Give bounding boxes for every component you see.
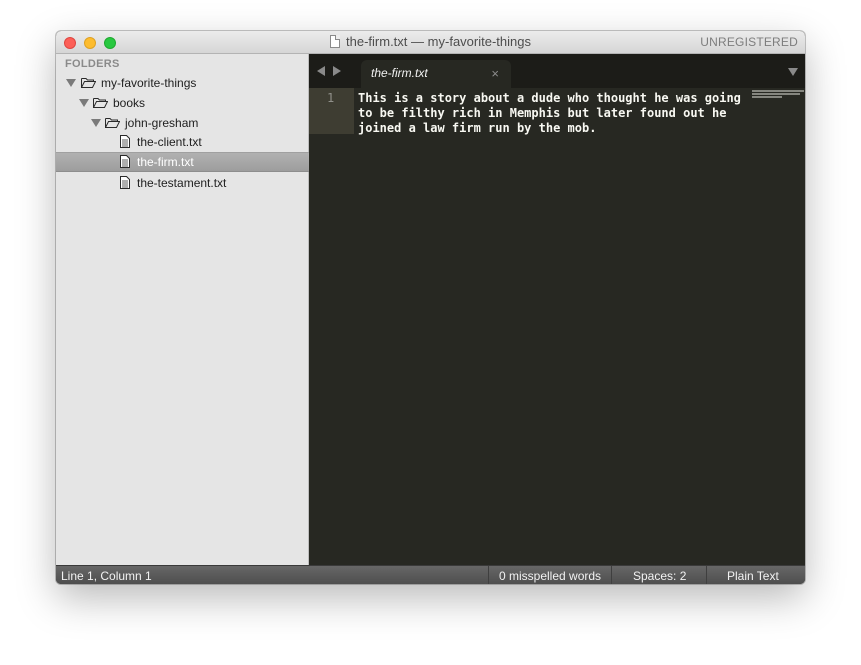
disclosure-arrow-icon[interactable] xyxy=(66,79,76,87)
tree-folder-my-favorite-things[interactable]: my-favorite-things xyxy=(56,73,309,93)
tree-file-the-firm[interactable]: the-firm.txt xyxy=(56,152,309,172)
nav-back-icon[interactable] xyxy=(317,66,325,76)
tree-label: the-firm.txt xyxy=(137,155,194,169)
tab-the-firm[interactable]: the-firm.txt × xyxy=(361,60,511,88)
text-area[interactable]: This is a story about a dude who thought… xyxy=(358,91,748,136)
indentation-selector[interactable]: Spaces: 2 xyxy=(611,566,706,584)
window-title: the-firm.txt — my-favorite-things xyxy=(56,34,805,49)
text-line: joined a law firm run by the mob. xyxy=(358,121,597,135)
sidebar: FOLDERS my-favorite-things books john-gr… xyxy=(56,54,309,565)
text-file-icon xyxy=(120,135,130,148)
tree-file-the-testament[interactable]: the-testament.txt xyxy=(56,173,309,193)
tree-label: my-favorite-things xyxy=(101,76,197,90)
status-bar: Line 1, Column 1 0 misspelled words Spac… xyxy=(56,565,805,584)
line-number: 1 xyxy=(327,91,335,105)
tree-label: the-client.txt xyxy=(137,135,202,149)
tree-label: john-gresham xyxy=(125,116,199,130)
spelling-status[interactable]: 0 misspelled words xyxy=(488,566,611,584)
syntax-label: Plain Text xyxy=(727,569,779,583)
text-file-icon xyxy=(120,155,130,168)
text-line: to be filthy rich in Memphis but later f… xyxy=(358,106,727,120)
disclosure-arrow-icon[interactable] xyxy=(91,119,101,127)
app-window: the-firm.txt — my-favorite-things UNREGI… xyxy=(56,31,805,584)
indentation-label: Spaces: 2 xyxy=(633,569,687,583)
editor-pane[interactable]: 1 This is a story about a dude who thoug… xyxy=(309,88,805,565)
unregistered-label: UNREGISTERED xyxy=(700,35,798,49)
minimap-line xyxy=(752,93,800,95)
nav-forward-icon[interactable] xyxy=(333,66,341,76)
title-project: my-favorite-things xyxy=(427,34,531,49)
title-bar[interactable]: the-firm.txt — my-favorite-things UNREGI… xyxy=(56,31,805,54)
tree-label: books xyxy=(113,96,146,110)
folder-open-icon xyxy=(93,98,108,108)
folders-header: FOLDERS xyxy=(65,58,120,70)
minimap-line xyxy=(752,90,804,92)
text-line: This is a story about a dude who thought… xyxy=(358,91,741,105)
text-file-icon xyxy=(120,176,130,189)
cursor-position: Line 1, Column 1 xyxy=(61,569,152,583)
title-separator: — xyxy=(411,34,425,49)
disclosure-arrow-icon[interactable] xyxy=(79,99,89,107)
tab-close-icon[interactable]: × xyxy=(491,66,499,81)
minimap-line xyxy=(752,96,782,98)
title-file: the-firm.txt xyxy=(346,34,408,49)
tab-label: the-firm.txt xyxy=(371,66,428,80)
tree-folder-john-gresham[interactable]: john-gresham xyxy=(56,113,309,133)
spelling-status-label: 0 misspelled words xyxy=(499,569,602,583)
tree-label: the-testament.txt xyxy=(137,176,227,190)
minimap[interactable] xyxy=(752,90,804,99)
syntax-selector[interactable]: Plain Text xyxy=(706,566,805,584)
tree-folder-books[interactable]: books xyxy=(56,93,309,113)
tab-list-dropdown-icon[interactable] xyxy=(788,68,798,76)
folder-open-icon xyxy=(105,118,120,128)
document-proxy-icon[interactable] xyxy=(330,35,341,48)
tree-file-the-client[interactable]: the-client.txt xyxy=(56,132,309,152)
folder-open-icon xyxy=(81,78,96,88)
tab-bar: the-firm.txt × xyxy=(309,54,805,88)
